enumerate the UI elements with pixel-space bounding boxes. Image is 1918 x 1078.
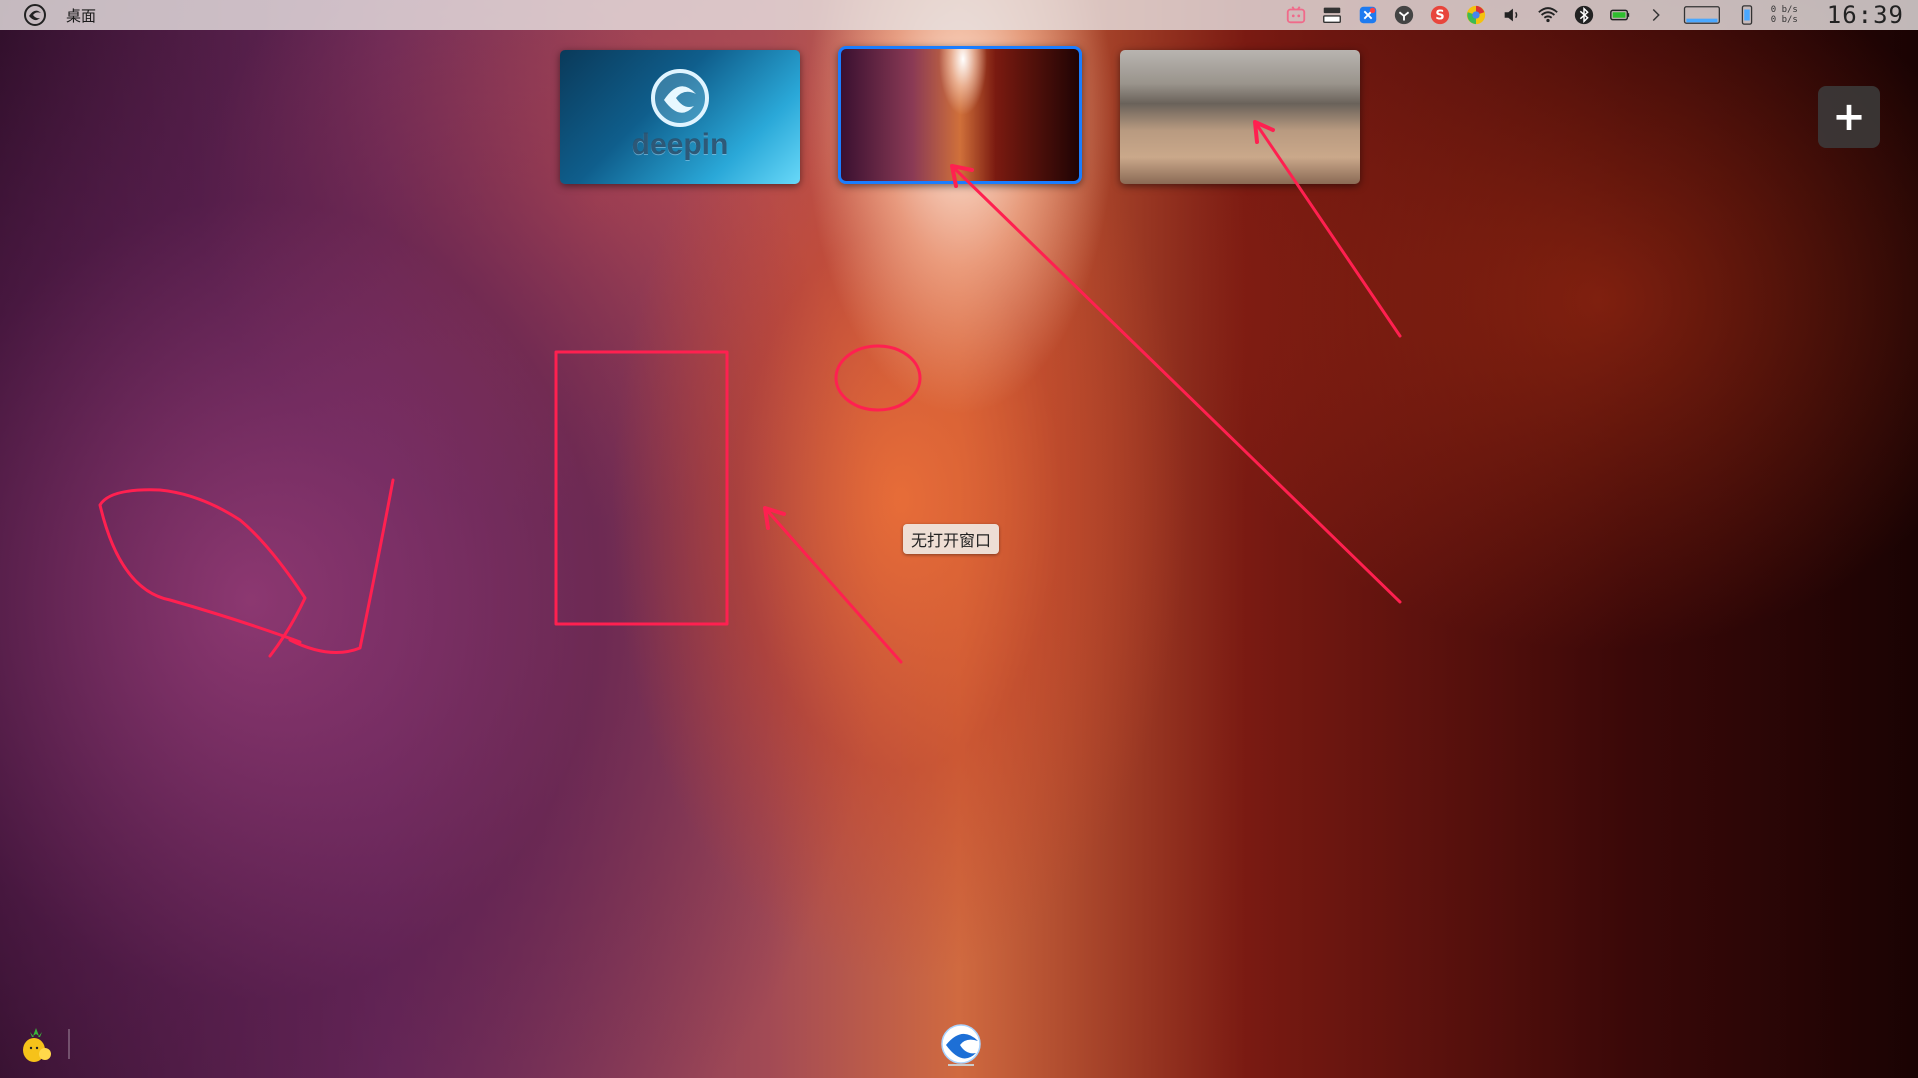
deepin-launcher-icon bbox=[941, 1024, 981, 1064]
workspace-thumbnail-3[interactable] bbox=[1120, 50, 1360, 184]
no-window-tooltip: 无打开窗口 bbox=[903, 524, 1000, 554]
window-preview-icon[interactable] bbox=[1679, 3, 1723, 27]
deepin-logo-icon[interactable] bbox=[22, 2, 48, 28]
bilibili-icon[interactable] bbox=[1283, 3, 1309, 27]
panel-title: 桌面 bbox=[66, 6, 97, 25]
sogou-input-icon[interactable]: S bbox=[1427, 3, 1453, 27]
pineapple-app-icon[interactable] bbox=[16, 1024, 56, 1064]
system-tray: S 0 b/s 0 b/s 16:39 bbox=[1283, 0, 1904, 30]
workspace-thumbnail-2-active[interactable] bbox=[838, 46, 1082, 184]
net-speed-up: 0 b/s bbox=[1770, 5, 1798, 15]
workspace-1-logo-text: deepin bbox=[631, 128, 729, 161]
clock[interactable]: 16:39 bbox=[1827, 1, 1904, 29]
workspace-thumbnail-1[interactable]: deepin bbox=[560, 50, 800, 184]
dock-launcher[interactable] bbox=[940, 1023, 982, 1066]
expand-arrow-icon[interactable] bbox=[1643, 3, 1669, 27]
browser-icon[interactable] bbox=[1463, 3, 1489, 27]
dock-left-area bbox=[16, 1024, 70, 1064]
svg-text:S: S bbox=[1435, 9, 1444, 24]
dock-separator bbox=[68, 1029, 70, 1059]
net-speed-down: 0 b/s bbox=[1770, 15, 1798, 25]
wifi-icon[interactable] bbox=[1535, 3, 1561, 27]
dock-active-indicator bbox=[948, 1064, 974, 1066]
yuque-icon[interactable] bbox=[1391, 3, 1417, 27]
panel-icon[interactable] bbox=[1319, 3, 1345, 27]
add-workspace-button[interactable]: + bbox=[1818, 86, 1880, 148]
top-panel: 桌面 S 0 b/s 0 b/s 16:39 bbox=[0, 0, 1918, 30]
desktop-screen: 桌面 S 0 b/s 0 b/s 16:39 deepin + 无打开窗口 bbox=[0, 0, 1918, 1078]
phone-icon[interactable] bbox=[1733, 3, 1761, 27]
deepin-logo-icon bbox=[651, 69, 709, 127]
battery-icon[interactable] bbox=[1607, 3, 1633, 27]
volume-icon[interactable] bbox=[1499, 3, 1525, 27]
bluetooth-app-icon[interactable] bbox=[1355, 3, 1381, 27]
bluetooth-icon[interactable] bbox=[1571, 3, 1597, 27]
net-speed: 0 b/s 0 b/s bbox=[1771, 5, 1811, 25]
